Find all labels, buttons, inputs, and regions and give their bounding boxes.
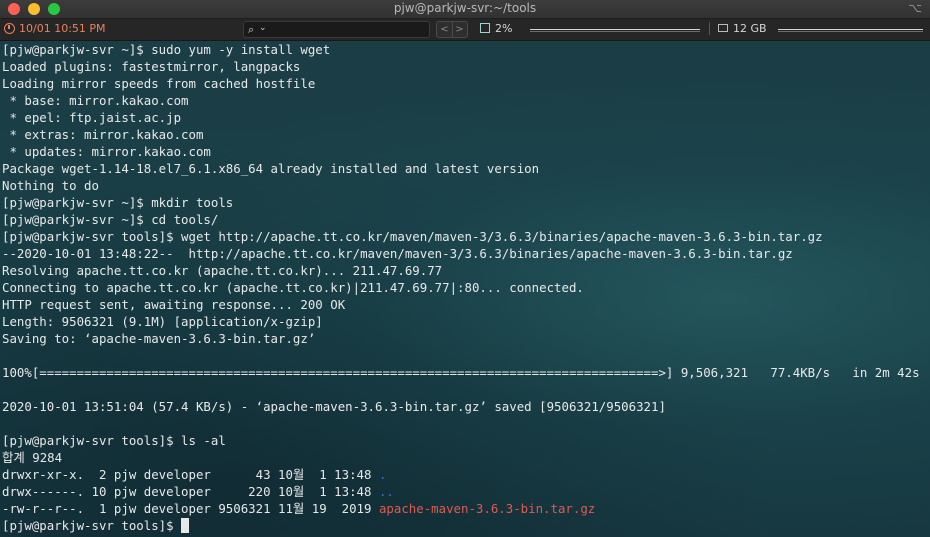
status-divider <box>709 22 710 35</box>
title-bar: pjw@parkjw-svr:~/tools ⌥ <box>0 0 930 19</box>
listing-row: -rw-r--r--. 1 pjw developer 9506321 11월 … <box>2 500 930 517</box>
listing-meta: drwxr-xr-x. 2 pjw developer 43 10월 1 13:… <box>2 467 379 482</box>
listing-name-directory: .. <box>378 484 394 499</box>
terminal-window: pjw@parkjw-svr:~/tools ⌥ 10/01 10:51 PM … <box>0 0 930 537</box>
terminal-line: [pjw@parkjw-svr tools]$ ls -al <box>2 433 226 448</box>
terminal-line: --2020-10-01 13:48:22-- http://apache.tt… <box>2 246 793 261</box>
terminal-line: Length: 9506321 (9.1M) [application/x-gz… <box>2 314 323 329</box>
terminal-line: * base: mirror.kakao.com <box>2 93 189 108</box>
cpu-graph-baseline <box>530 31 700 32</box>
terminal-line: 합계 9284 <box>2 450 63 465</box>
cpu-usage: 2% <box>495 22 513 35</box>
status-datetime: 10/01 10:51 PM <box>19 22 106 35</box>
terminal-line: Loading mirror speeds from cached hostfi… <box>2 76 316 91</box>
previous-button[interactable]: < <box>437 22 453 37</box>
terminal-line: 100%[===================================… <box>2 365 920 380</box>
terminal-line: HTTP request sent, awaiting response... … <box>2 297 346 312</box>
terminal-line: [pjw@parkjw-svr ~]$ cd tools/ <box>2 212 219 227</box>
cpu-graph <box>530 29 700 30</box>
terminal-line: Resolving apache.tt.co.kr (apache.tt.co.… <box>2 263 443 278</box>
window-title: pjw@parkjw-svr:~/tools <box>393 1 537 15</box>
terminal-line: Saving to: ‘apache-maven-3.6.3-bin.tar.g… <box>2 331 316 346</box>
option-key-icon: ⌥ <box>908 1 922 15</box>
terminal-line: Nothing to do <box>2 178 99 193</box>
cpu-icon <box>480 23 490 33</box>
listing-name-archive: apache-maven-3.6.3-bin.tar.gz <box>378 501 596 516</box>
terminal-line: Package wget-1.14-18.el7_6.1.x86_64 alre… <box>2 161 540 176</box>
terminal-line: * updates: mirror.kakao.com <box>2 144 211 159</box>
memory-usage: 12 GB <box>733 22 767 35</box>
listing-row: drwxr-xr-x. 2 pjw developer 43 10월 1 13:… <box>2 466 930 483</box>
next-button[interactable]: > <box>452 22 467 37</box>
terminal-line: [pjw@parkjw-svr ~]$ mkdir tools <box>2 195 234 210</box>
listing-meta: -rw-r--r--. 1 pjw developer 9506321 11월 … <box>2 501 379 516</box>
search-field[interactable]: ⌕ ⌄ <box>243 21 430 38</box>
status-bar: 10/01 10:51 PM ⌕ ⌄ < > 2% 12 GB <box>0 19 930 41</box>
memory-icon <box>718 24 728 32</box>
search-icon: ⌕ <box>248 23 255 36</box>
terminal-output[interactable]: [pjw@parkjw-svr ~]$ sudo yum -y install … <box>0 41 930 537</box>
listing-meta: drwx------. 10 pjw developer 220 10월 1 1… <box>2 484 379 499</box>
terminal-line: 2020-10-01 13:51:04 (57.4 KB/s) - ‘apach… <box>2 399 666 414</box>
terminal-line: [pjw@parkjw-svr ~]$ sudo yum -y install … <box>2 42 331 57</box>
prompt-line[interactable]: [pjw@parkjw-svr tools]$ <box>2 517 930 534</box>
terminal-line: Connecting to apache.tt.co.kr (apache.tt… <box>2 280 584 295</box>
shell-prompt: [pjw@parkjw-svr tools]$ <box>2 518 182 533</box>
memory-graph-baseline <box>778 31 923 32</box>
terminal-line: * epel: ftp.jaist.ac.jp <box>2 110 182 125</box>
terminal-line: * extras: mirror.kakao.com <box>2 127 204 142</box>
listing-row: drwx------. 10 pjw developer 220 10월 1 1… <box>2 483 930 500</box>
text-cursor <box>181 518 190 533</box>
clock-icon <box>4 23 15 34</box>
search-nav: < > <box>436 21 468 38</box>
terminal-line: Loaded plugins: fastestmirror, langpacks <box>2 59 301 74</box>
terminal-lines: [pjw@parkjw-svr ~]$ sudo yum -y install … <box>2 41 930 534</box>
listing-name-directory: . <box>378 467 387 482</box>
terminal-line: [pjw@parkjw-svr tools]$ wget http://apac… <box>2 229 823 244</box>
memory-graph <box>778 29 923 30</box>
chevron-down-icon: ⌄ <box>259 23 267 33</box>
